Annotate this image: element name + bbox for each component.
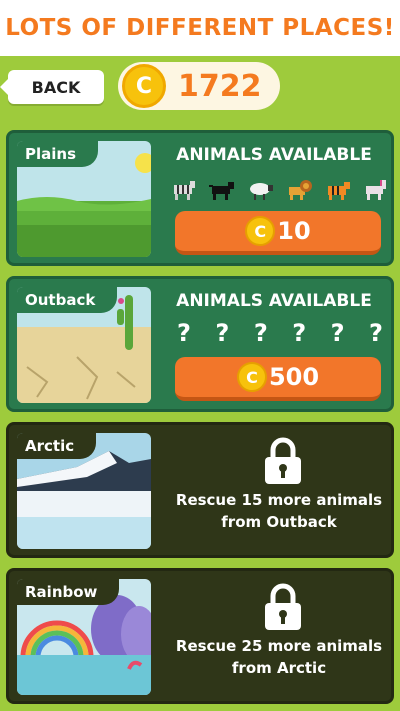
coin-icon: C — [236, 362, 267, 392]
zebra-icon — [174, 181, 195, 200]
lock-icon — [265, 437, 301, 484]
unlock-requirement-text: Rescue 15 more animals from Outback — [175, 491, 383, 531]
place-name-arctic: Arctic — [17, 433, 97, 459]
unknown-animal: ? — [330, 319, 345, 347]
unknown-animals-row: ? ? ? ? ? ? — [177, 319, 383, 347]
buy-outback-button[interactable]: C 500 — [175, 357, 381, 401]
back-button[interactable]: BACK — [0, 70, 104, 104]
unknown-animal: ? — [253, 319, 268, 347]
place-card-rainbow[interactable]: Rainbow Rescue 25 more animals from Arct… — [6, 568, 394, 704]
outback-thumbnail: Outback — [17, 287, 151, 403]
tiger-icon — [327, 182, 350, 200]
place-card-plains[interactable]: Plains ANIMALS AVAILABLE C 10 — [6, 130, 394, 266]
animal-icons-row — [171, 177, 389, 201]
page-title: LOTS OF DIFFERENT PLACES! — [5, 15, 395, 41]
unlock-requirement-text: Rescue 25 more animals from Arctic — [175, 637, 383, 677]
plains-thumbnail: Plains — [17, 141, 151, 257]
place-name-outback: Outback — [17, 287, 118, 313]
plains-price: 10 — [277, 217, 311, 245]
coin-icon: C — [122, 64, 166, 108]
place-card-arctic[interactable]: Arctic Rescue 15 more animals from Outba… — [6, 422, 394, 558]
coin-balance-display: C 1722 — [118, 62, 280, 110]
unknown-animal: ? — [177, 319, 191, 347]
unknown-animal: ? — [369, 319, 383, 347]
header-banner: LOTS OF DIFFERENT PLACES! — [0, 0, 400, 56]
arctic-thumbnail: Arctic — [17, 433, 151, 549]
horse-icon — [365, 180, 386, 200]
panther-icon — [209, 182, 235, 200]
rainbow-thumbnail: Rainbow — [17, 579, 151, 695]
coin-icon: C — [245, 216, 276, 246]
place-name-rainbow: Rainbow — [17, 579, 120, 605]
outback-price: 500 — [268, 363, 320, 391]
place-name-plains: Plains — [17, 141, 99, 167]
lock-icon — [265, 583, 301, 630]
buy-plains-button[interactable]: C 10 — [175, 211, 381, 255]
animals-available-label: ANIMALS AVAILABLE — [176, 145, 372, 165]
unknown-animal: ? — [292, 319, 307, 347]
place-card-outback[interactable]: Outback ANIMALS AVAILABLE ? ? ? ? ? ? C … — [6, 276, 394, 412]
coin-balance: 1722 — [178, 68, 262, 104]
lion-icon — [289, 180, 313, 200]
sheep-icon — [249, 183, 273, 200]
unknown-animal: ? — [215, 319, 230, 347]
animals-available-label: ANIMALS AVAILABLE — [176, 291, 372, 311]
